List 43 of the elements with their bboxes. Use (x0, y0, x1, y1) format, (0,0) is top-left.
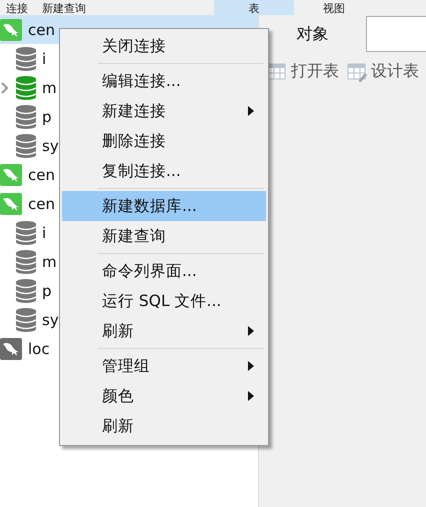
menu-item[interactable]: 关闭连接 (62, 31, 266, 61)
tree-label[interactable]: loc (28, 340, 50, 358)
database-icon (15, 250, 37, 274)
chevron-icon[interactable] (0, 82, 10, 94)
database-icon (15, 220, 37, 244)
menu-item[interactable]: 删除连接 (62, 126, 266, 156)
menu-item[interactable]: 复制连接... (62, 156, 266, 186)
tree-label[interactable]: p (42, 282, 52, 300)
toolbar-button[interactable]: 连接 (6, 2, 28, 15)
database-icon (15, 278, 37, 302)
dolphin-icon (0, 18, 22, 40)
database-icon (15, 134, 37, 158)
tree-label[interactable]: i (42, 50, 46, 68)
tree-label[interactable]: p (42, 108, 52, 126)
view-tab[interactable]: 表 (214, 0, 294, 15)
menu-item[interactable]: 命令列界面... (62, 256, 266, 286)
menu-item[interactable]: 新建数据库... (62, 191, 266, 221)
database-icon (15, 76, 37, 100)
menu-item[interactable]: 运行 SQL 文件... (62, 286, 266, 316)
database-icon (15, 104, 37, 128)
tree-label[interactable]: cen (28, 20, 55, 38)
database-icon (15, 46, 37, 70)
toolbar-button[interactable]: 新建查询 (42, 2, 86, 15)
search-field[interactable] (366, 16, 426, 52)
tree-label[interactable]: sy (42, 136, 59, 154)
toolbar-label[interactable]: 设计表 (371, 61, 419, 82)
menu-item[interactable]: 新建连接 (62, 96, 266, 126)
toolbar-label[interactable]: 打开表 (291, 61, 339, 82)
menu-item[interactable]: 刷新 (62, 316, 266, 346)
tree-label[interactable]: sy (42, 310, 59, 328)
tree-label[interactable]: cen (28, 166, 55, 184)
menu-item[interactable]: 颜色 (62, 381, 266, 411)
menu-item[interactable]: 编辑连接... (62, 66, 266, 96)
table-icon (267, 62, 287, 82)
tree-label[interactable]: m (42, 78, 57, 96)
menu-item[interactable]: 新建查询 (62, 221, 266, 251)
tree-label[interactable]: cen (28, 194, 55, 212)
menu-item[interactable]: 刷新 (62, 411, 266, 441)
tree-label[interactable]: m (42, 252, 57, 270)
database-icon (15, 308, 37, 332)
table-pencil-icon (347, 62, 367, 82)
menu-item[interactable]: 管理组 (62, 351, 266, 381)
tree-label[interactable]: i (42, 224, 46, 242)
